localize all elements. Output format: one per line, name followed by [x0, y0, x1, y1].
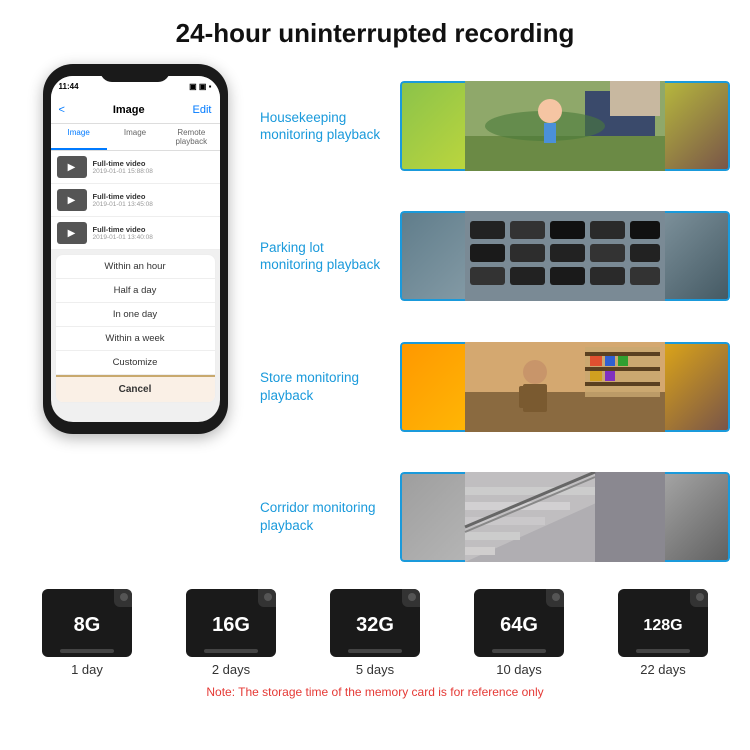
monitoring-img-1 [400, 81, 730, 171]
card-size-2: 16G [212, 614, 250, 637]
monitoring-row-3: Store monitoring playback [260, 325, 730, 449]
card-dot-2 [264, 593, 272, 601]
monitoring-img-3 [400, 342, 730, 432]
memory-card-item-2: 16G 2 days [186, 589, 276, 677]
video-item-3: ▶ Full-time video 2019-01-01 13:40:08 [51, 217, 220, 250]
card-dot-5 [696, 593, 704, 601]
monitoring-label-4: Corridor monitoring playback [260, 499, 390, 534]
card-size-5: 128G [643, 617, 682, 635]
phone-time: 11:44 [59, 82, 79, 91]
phone-back-button[interactable]: < [59, 104, 65, 116]
phone-edit-button[interactable]: Edit [193, 104, 212, 116]
card-days-3: 5 days [356, 662, 394, 677]
phone-tab-image[interactable]: Image [51, 124, 107, 150]
memory-card-item-3: 32G 5 days [330, 589, 420, 677]
phone-container: 11:44 ▣ ▣ ▪ < Image Edit Image Image Rem… [20, 59, 250, 579]
dropdown-item-5[interactable]: Customize [56, 351, 215, 375]
phone-icons: ▣ ▣ ▪ [189, 82, 211, 91]
memory-card-32g: 32G [330, 589, 420, 657]
dropdown-item-3[interactable]: In one day [56, 303, 215, 327]
dropdown-menu: Within an hour Half a day In one day Wit… [55, 254, 216, 403]
monitoring-photo-2 [400, 211, 730, 301]
dropdown-item-1[interactable]: Within an hour [56, 255, 215, 279]
phone-mockup: 11:44 ▣ ▣ ▪ < Image Edit Image Image Rem… [43, 64, 228, 434]
dropdown-item-2[interactable]: Half a day [56, 279, 215, 303]
video-date-2: 2019-01-01 13:45:08 [93, 201, 153, 208]
memory-card-item-4: 64G 10 days [474, 589, 564, 677]
dropdown-item-4[interactable]: Within a week [56, 327, 215, 351]
video-thumb-1: ▶ [57, 156, 87, 178]
card-days-2: 2 days [212, 662, 250, 677]
card-days-1: 1 day [71, 662, 103, 677]
memory-card-64g: 64G [474, 589, 564, 657]
dropdown-cancel-button[interactable]: Cancel [56, 375, 215, 402]
card-connector-3 [348, 649, 402, 653]
card-connector-2 [204, 649, 258, 653]
video-info-2: Full-time video 2019-01-01 13:45:08 [93, 192, 153, 208]
monitoring-img-2 [400, 211, 730, 301]
video-thumb-2: ▶ [57, 189, 87, 211]
video-info-3: Full-time video 2019-01-01 13:40:08 [93, 225, 153, 241]
monitoring-photo-3 [400, 342, 730, 432]
phone-screen: 11:44 ▣ ▣ ▪ < Image Edit Image Image Rem… [51, 76, 220, 422]
phone-notch [100, 64, 170, 82]
card-days-4: 10 days [496, 662, 542, 677]
video-date-1: 2019-01-01 15:88:08 [93, 168, 153, 175]
card-size-3: 32G [356, 614, 394, 637]
memory-cards-row: 8G 1 day 16G 2 days 32G 5 days [15, 589, 735, 677]
card-size-4: 64G [500, 614, 538, 637]
memory-card-item-1: 8G 1 day [42, 589, 132, 677]
page-title: 24-hour uninterrupted recording [20, 18, 730, 49]
monitoring-label-2: Parking lot monitoring playback [260, 239, 390, 274]
video-title-3: Full-time video [93, 225, 153, 234]
card-connector-1 [60, 649, 114, 653]
video-thumb-3: ▶ [57, 222, 87, 244]
memory-card-128g: 128G [618, 589, 708, 657]
video-item-2: ▶ Full-time video 2019-01-01 13:45:08 [51, 184, 220, 217]
monitoring-label-3: Store monitoring playback [260, 369, 390, 404]
card-days-5: 22 days [640, 662, 686, 677]
video-info-1: Full-time video 2019-01-01 15:88:08 [93, 159, 153, 175]
memory-card-16g: 16G [186, 589, 276, 657]
main-content: 11:44 ▣ ▣ ▪ < Image Edit Image Image Rem… [0, 59, 750, 579]
storage-note: Note: The storage time of the memory car… [15, 685, 735, 699]
card-size-1: 8G [74, 614, 101, 637]
card-connector-4 [492, 649, 546, 653]
monitoring-row-2: Parking lot monitoring playback [260, 194, 730, 318]
monitoring-row-4: Corridor monitoring playback [260, 455, 730, 579]
bottom-section: 8G 1 day 16G 2 days 32G 5 days [0, 579, 750, 707]
phone-nav-bar: < Image Edit [51, 96, 220, 124]
phone-tab-image2[interactable]: Image [107, 124, 163, 150]
page-header: 24-hour uninterrupted recording [0, 0, 750, 59]
video-item-1: ▶ Full-time video 2019-01-01 15:88:08 [51, 151, 220, 184]
video-title-1: Full-time video [93, 159, 153, 168]
card-connector-5 [636, 649, 690, 653]
video-date-3: 2019-01-01 13:40:08 [93, 234, 153, 241]
memory-card-item-5: 128G 22 days [618, 589, 708, 677]
card-dot-1 [120, 593, 128, 601]
monitoring-label-1: Housekeeping monitoring playback [260, 109, 390, 144]
phone-tab-remote[interactable]: Remote playback [163, 124, 219, 150]
video-list: ▶ Full-time video 2019-01-01 15:88:08 ▶ … [51, 151, 220, 250]
monitoring-photo-4 [400, 472, 730, 562]
phone-tabs: Image Image Remote playback [51, 124, 220, 151]
monitoring-img-4 [400, 472, 730, 562]
video-title-2: Full-time video [93, 192, 153, 201]
monitoring-row-1: Housekeeping monitoring playback [260, 64, 730, 188]
card-dot-3 [408, 593, 416, 601]
monitoring-photo-1 [400, 81, 730, 171]
card-dot-4 [552, 593, 560, 601]
phone-screen-title: Image [113, 104, 145, 116]
right-panel: Housekeeping monitoring playback [260, 59, 730, 579]
memory-card-8g: 8G [42, 589, 132, 657]
